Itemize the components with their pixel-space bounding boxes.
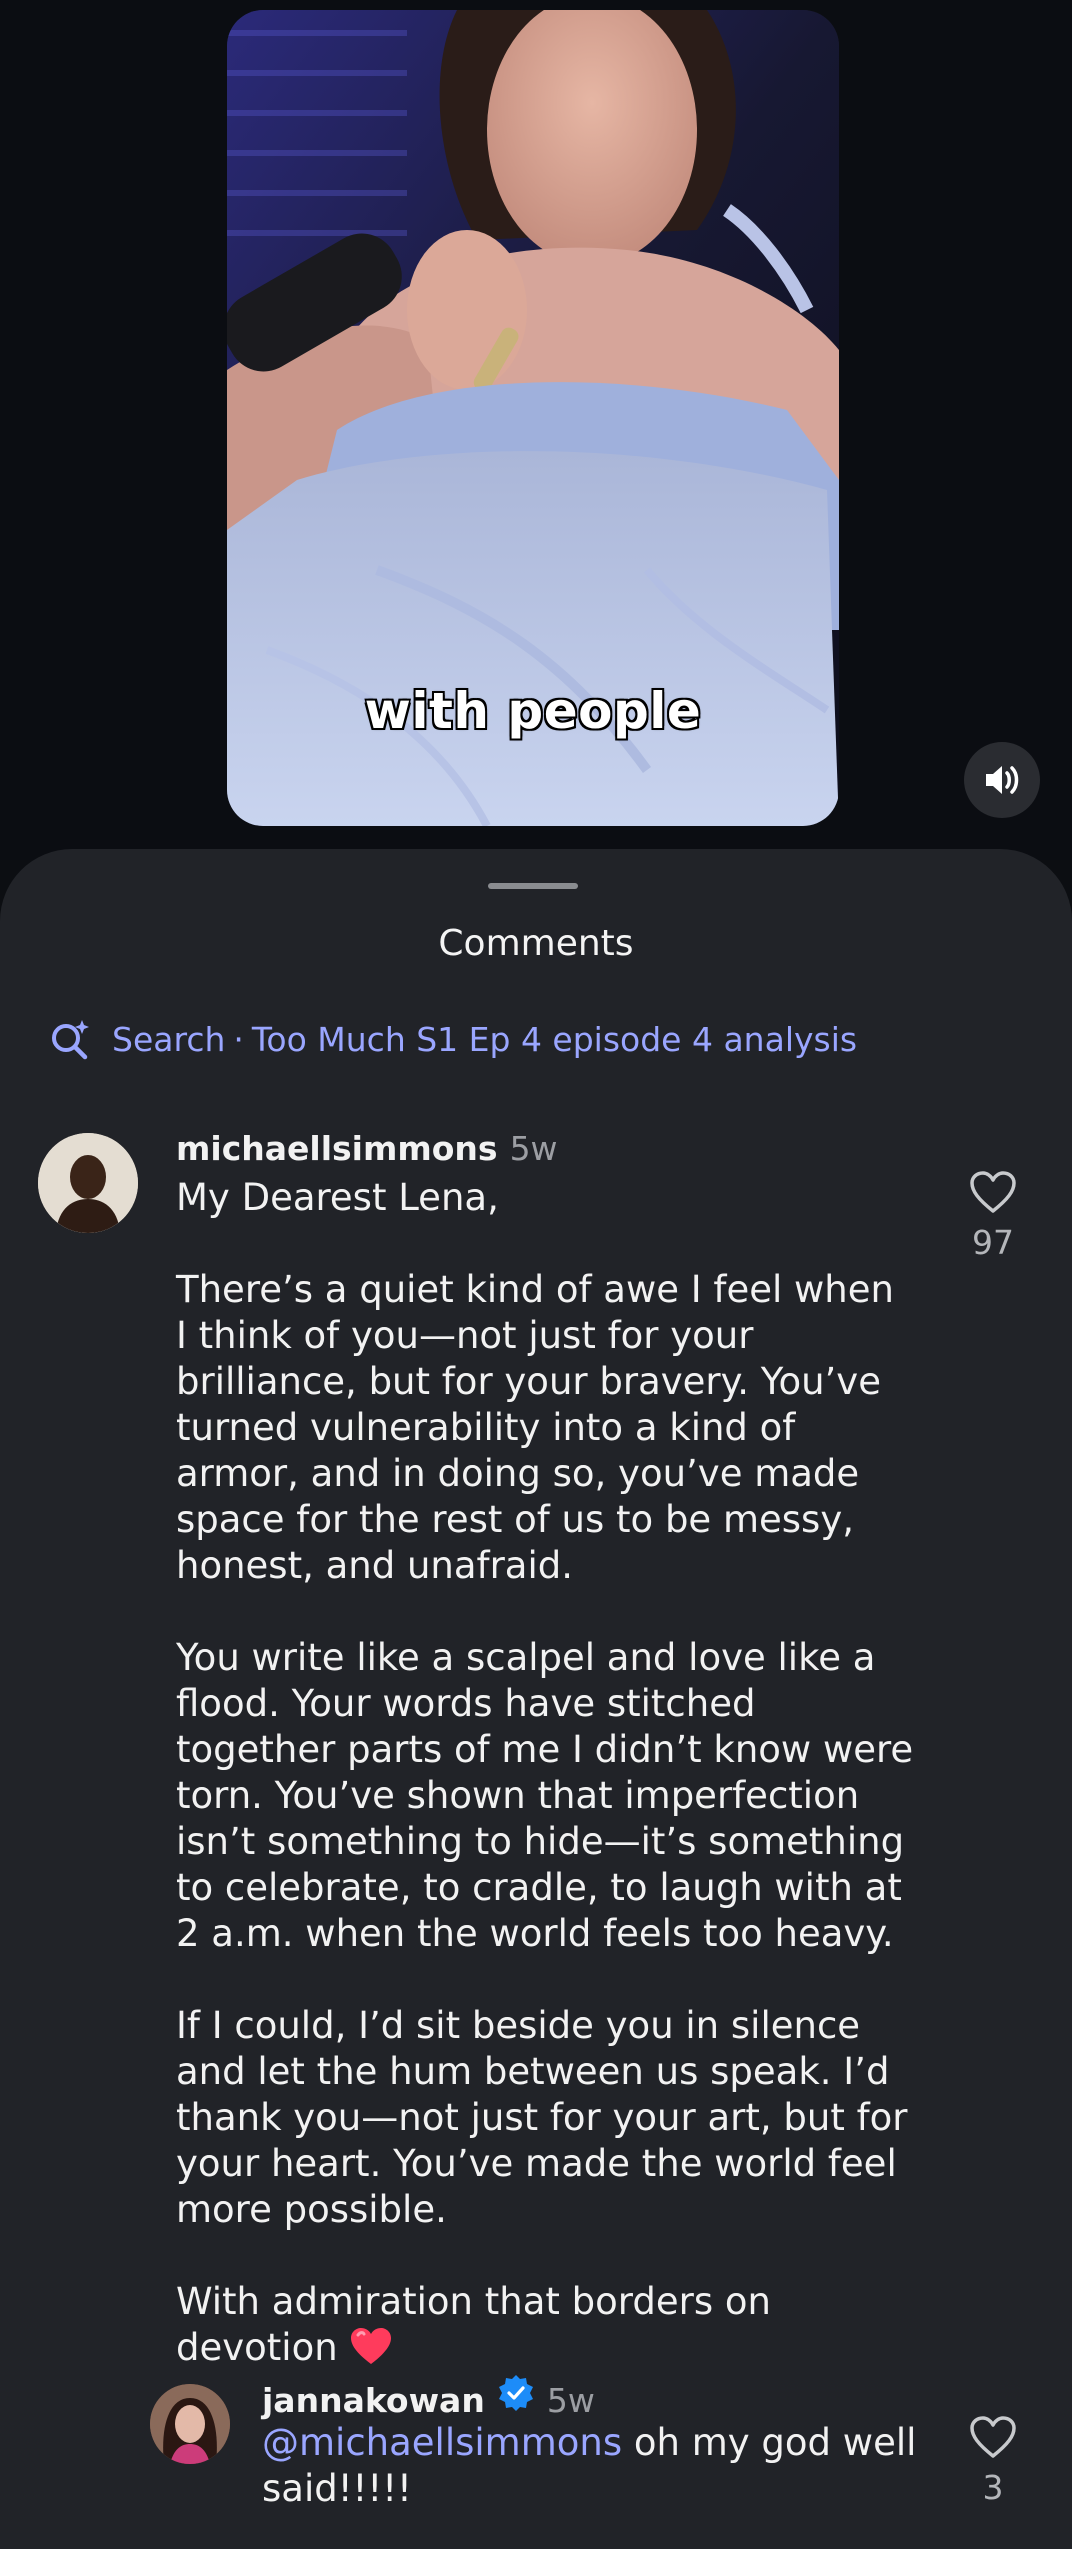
sheet-title: Comments xyxy=(438,923,634,964)
avatar[interactable] xyxy=(150,2384,230,2464)
mute-toggle-button[interactable] xyxy=(964,742,1040,818)
comment-timestamp: 5w xyxy=(509,1129,558,1168)
search-label: Search xyxy=(112,1019,226,1059)
search-query: Too Much S1 Ep 4 episode 4 analysis xyxy=(251,1019,858,1059)
verified-badge-icon xyxy=(498,2375,533,2411)
like-count: 97 xyxy=(972,1223,1014,1262)
comments-sheet: Comments Search · Too Much S1 Ep 4 episo… xyxy=(0,849,1072,2549)
comment-username[interactable]: michaellsimmons xyxy=(176,1129,498,1168)
comment-timestamp: 5w xyxy=(546,2381,595,2420)
comment-body-text: My Dearest Lena, There’s a quiet kind of… xyxy=(176,1176,914,2369)
video-area: with people xyxy=(0,0,1072,860)
comment-text: @michaellsimmons oh my god well said!!!!… xyxy=(262,2420,922,2512)
sparkle-search-icon xyxy=(48,1017,92,1061)
drag-handle[interactable] xyxy=(488,883,578,889)
mention-link[interactable]: @michaellsimmons xyxy=(262,2421,622,2464)
like-count: 3 xyxy=(982,2468,1004,2507)
avatar[interactable] xyxy=(38,1133,138,1233)
speaker-on-icon xyxy=(986,766,1019,794)
comment-username[interactable]: jannakowan xyxy=(262,2381,485,2420)
video-player[interactable]: with people xyxy=(227,10,839,826)
heart-outline-icon[interactable] xyxy=(968,1169,1018,1215)
video-caption: with people xyxy=(364,682,702,740)
heart-outline-icon[interactable] xyxy=(968,2414,1018,2460)
search-suggestion[interactable]: Search · Too Much S1 Ep 4 episode 4 anal… xyxy=(48,1017,857,1061)
search-separator: · xyxy=(233,1019,244,1059)
comment-text: My Dearest Lena, There’s a quiet kind of… xyxy=(176,1175,916,2371)
red-heart-emoji xyxy=(351,2328,392,2364)
